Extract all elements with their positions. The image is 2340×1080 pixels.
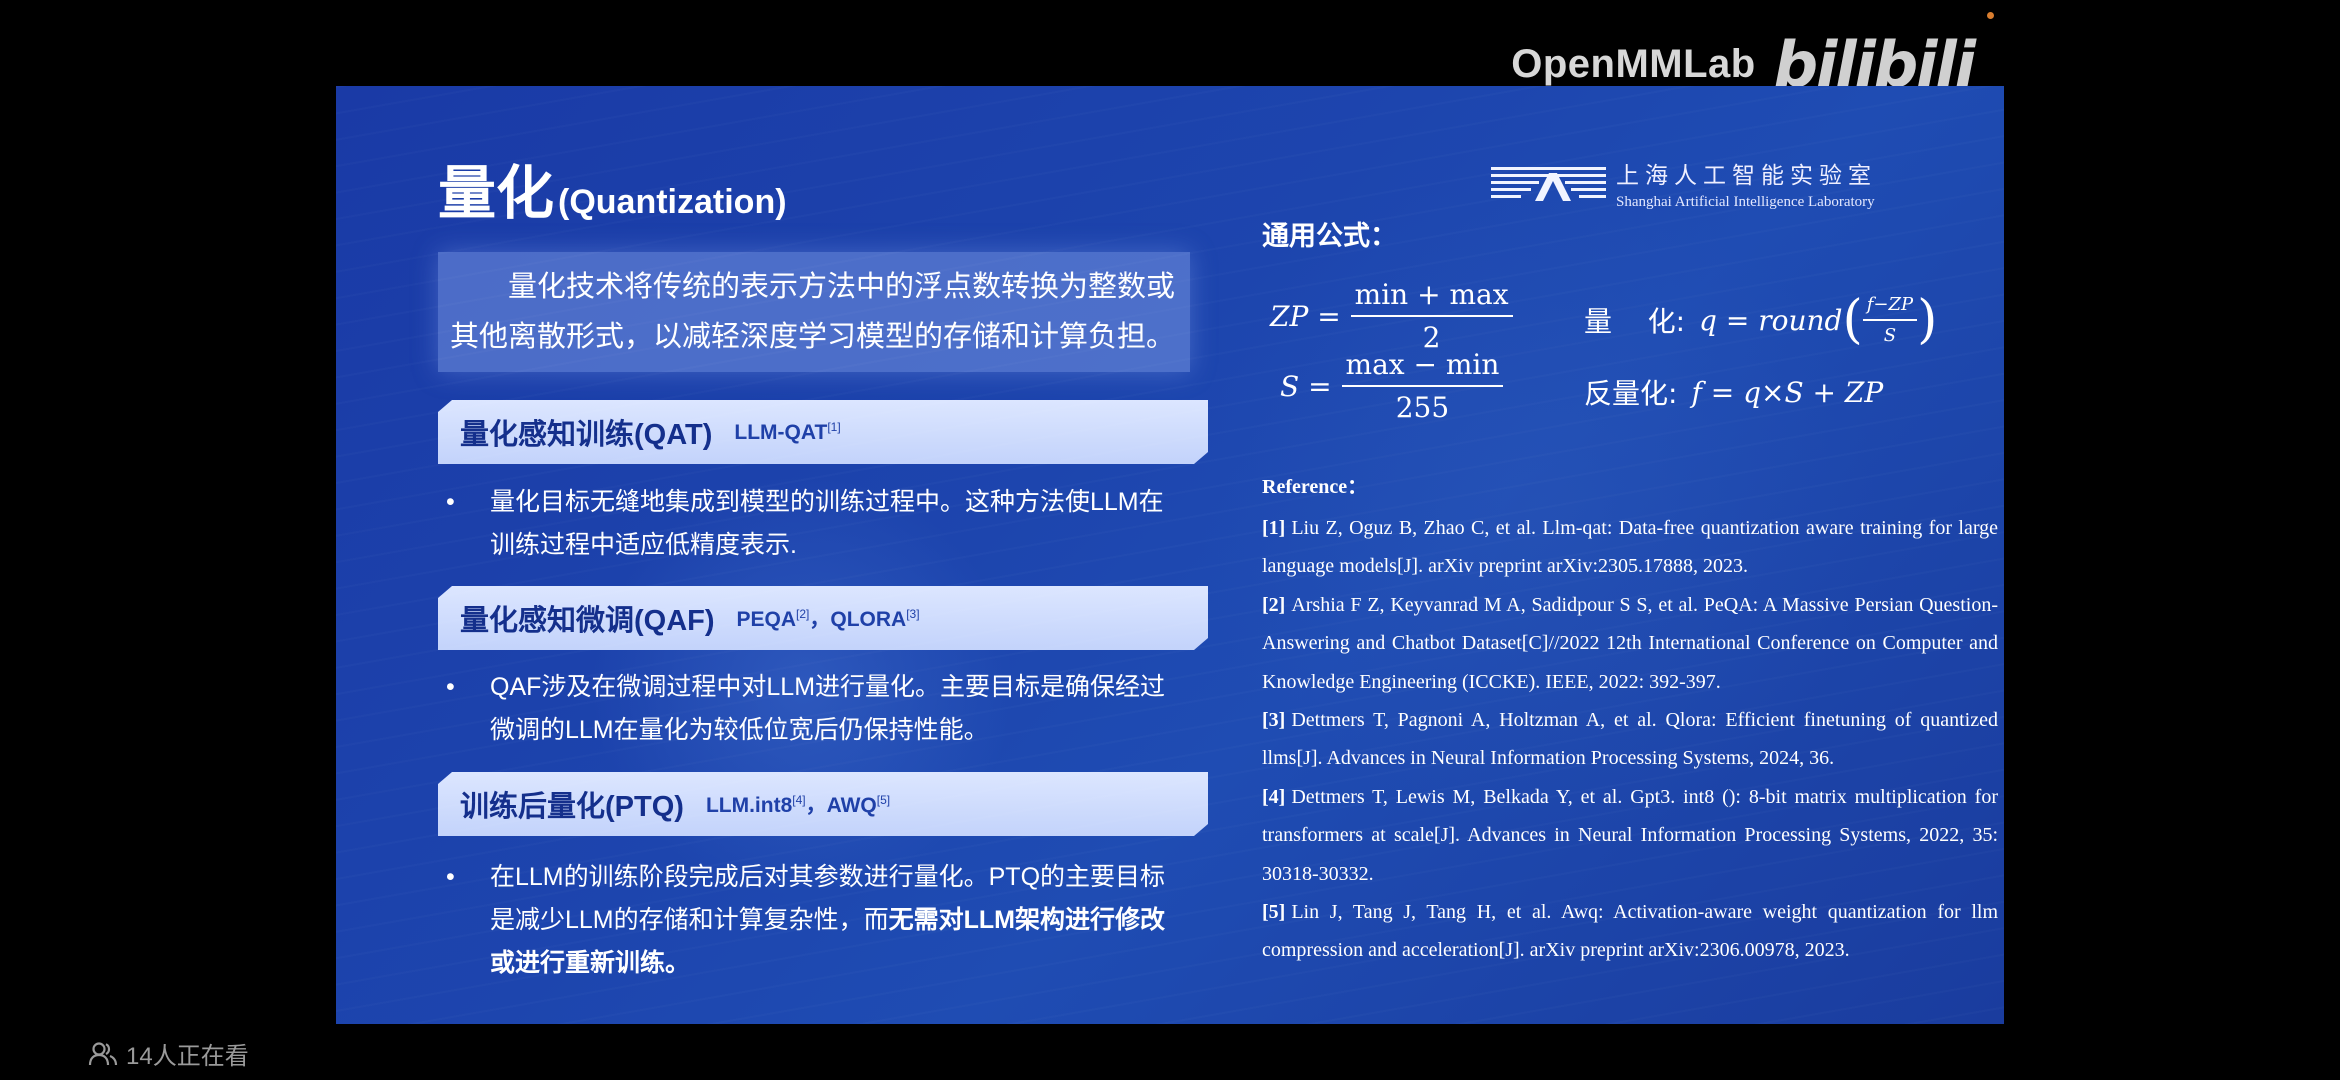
section-header-ptq: 训练后量化(PTQ) LLM.int8[4]，AWQ[5]: [438, 772, 1208, 836]
paren-open: (: [1842, 290, 1863, 350]
slide-title-en: (Quantization): [558, 183, 787, 221]
method-name: LLM-QAT: [734, 420, 828, 444]
bullet-qaf: • QAF涉及在微调过程中对LLM进行量化。主要目标是确保经过微调的LLM在量化…: [446, 666, 1166, 752]
section-methods: LLM.int8[4]，AWQ[5]: [706, 789, 890, 819]
formula-expression: q = round: [1699, 303, 1843, 337]
formula-scale: S = max − min 255: [1280, 348, 1504, 424]
fraction-denominator: 255: [1395, 391, 1450, 424]
reference-item: [3] Dettmers T, Pagnoni A, Holtzman A, et…: [1262, 701, 1998, 778]
paren-close: ): [1917, 290, 1938, 350]
method-separator: ，: [805, 794, 827, 817]
viewer-count-text: 14人正在看: [126, 1043, 249, 1070]
section-title: 量化感知微调(QAF): [460, 605, 715, 637]
formula-title: 通用公式：: [1262, 221, 1397, 251]
formula-lhs: ZP =: [1270, 299, 1341, 333]
reference-text: Dettmers T, Pagnoni A, Holtzman A, et al…: [1262, 709, 1998, 770]
lab-name-zh: 上海人工智能实验室: [1616, 163, 1877, 189]
method-name: LLM.int8: [705, 794, 793, 817]
bullet-dot: •: [446, 673, 455, 701]
section-methods: PEQA[2]，QLORA[3]: [737, 603, 920, 633]
method-name: QLORA: [830, 608, 907, 631]
section-header-qaf: 量化感知微调(QAF) PEQA[2]，QLORA[3]: [438, 586, 1208, 650]
reference-number: [4]: [1262, 785, 1286, 808]
bullet-text: 在LLM的训练阶段完成后对其参数进行量化。PTQ的主要目标是减少LLM的存储和计…: [446, 856, 1166, 985]
method-name: PEQA: [736, 608, 797, 631]
fraction: max − min 255: [1341, 348, 1504, 424]
method-name: AWQ: [826, 794, 877, 817]
reference-text: Dettmers T, Lewis M, Belkada Y, et al. G…: [1262, 785, 1998, 885]
formula-zp: ZP = min + max 2: [1270, 278, 1513, 354]
section-title: 训练后量化(PTQ): [460, 791, 684, 823]
bullet-ptq: • 在LLM的训练阶段完成后对其参数进行量化。PTQ的主要目标是减少LLM的存储…: [446, 856, 1166, 985]
formula-lhs: S =: [1280, 369, 1332, 403]
bullet-dot: •: [446, 863, 455, 891]
brand-name: OpenMMLab: [1511, 42, 1756, 86]
reference-item: [4] Dettmers T, Lewis M, Belkada Y, et al…: [1262, 778, 1998, 893]
references: Reference： [1] Liu Z, Oguz B, Zhao C, et …: [1262, 470, 1998, 970]
reference-number: [2]: [1262, 593, 1286, 616]
lab-logo: 上海人工智能实验室 Shanghai Artificial Intelligen…: [1491, 156, 1877, 211]
intro-box: 量化技术将传统的表示方法中的浮点数转换为整数或其他离散形式，以减轻深度学习模型的…: [438, 252, 1190, 372]
citation-mark: [4]: [792, 793, 806, 807]
formula-label: 反量化:: [1584, 377, 1678, 410]
reference-item: [5] Lin J, Tang J, Tang H, et al. Awq: Ac…: [1262, 893, 1998, 970]
reference-number: [3]: [1262, 709, 1286, 732]
slide-title-zh: 量化: [438, 161, 555, 226]
reference-item: [2] Arshia F Z, Keyvanrad M A, Sadidpour …: [1262, 586, 1998, 701]
reference-text: Liu Z, Oguz B, Zhao C, et al. Llm-qat: D…: [1262, 517, 1998, 578]
section-title: 量化感知训练(QAT): [460, 419, 713, 451]
reference-number: [1]: [1262, 517, 1286, 539]
bullet-text: QAF涉及在微调过程中对LLM进行量化。主要目标是确保经过微调的LLM在量化为较…: [490, 673, 1166, 744]
lab-name-en: Shanghai Artificial Intelligence Laborat…: [1616, 194, 1875, 210]
fraction-numerator: max − min: [1341, 348, 1504, 387]
method-separator: ，: [809, 608, 831, 631]
reference-text: Arshia F Z, Keyvanrad M A, Sadidpour S S…: [1262, 593, 1998, 693]
fraction-numerator: f−ZP: [1862, 294, 1918, 321]
reference-item: [1] Liu Z, Oguz B, Zhao C, et al. Llm-qat…: [1262, 509, 1998, 586]
reference-text: Lin J, Tang J, Tang H, et al. Awq: Activ…: [1262, 901, 1998, 962]
citation-mark: [1]: [827, 419, 841, 434]
viewer-count: 14人正在看: [88, 1036, 249, 1071]
reference-number: [5]: [1262, 901, 1286, 924]
bullet-text: 量化目标无缝地集成到模型的训练过程中。这种方法使LLM在训练过程中适应低精度表示…: [490, 488, 1164, 559]
formula-label: 量 化:: [1584, 305, 1686, 338]
section-methods: LLM-QAT[1]: [734, 420, 840, 445]
section-header-qat: 量化感知训练(QAT) LLM-QAT[1]: [438, 400, 1208, 464]
slide-title: 量化 (Quantization): [438, 146, 787, 230]
presentation-slide: 量化 (Quantization) 上海人工智能实验室 Shanghai Art…: [336, 86, 2004, 1024]
notification-dot: [1987, 12, 1994, 19]
bullet-dot: •: [446, 488, 455, 516]
citation-mark: [5]: [876, 793, 891, 807]
citation-mark: [3]: [906, 607, 920, 621]
fraction: min + max 2: [1350, 278, 1513, 354]
fraction: f−ZP S: [1862, 294, 1918, 346]
citation-mark: [2]: [796, 607, 810, 621]
formula-dequantize: 反量化: f = q×S + ZP: [1584, 372, 1883, 412]
formula-quantize: 量 化: q = round ( f−ZP S ): [1584, 294, 1937, 346]
reference-heading: Reference：: [1262, 476, 1368, 498]
lab-emblem-icon: [1491, 166, 1606, 201]
fraction-denominator: S: [1883, 325, 1897, 346]
formula-expression: f = q×S + ZP: [1691, 375, 1884, 409]
bullet-qat: • 量化目标无缝地集成到模型的训练过程中。这种方法使LLM在训练过程中适应低精度…: [446, 481, 1166, 567]
people-icon: [88, 1041, 118, 1065]
fraction-numerator: min + max: [1350, 278, 1513, 317]
